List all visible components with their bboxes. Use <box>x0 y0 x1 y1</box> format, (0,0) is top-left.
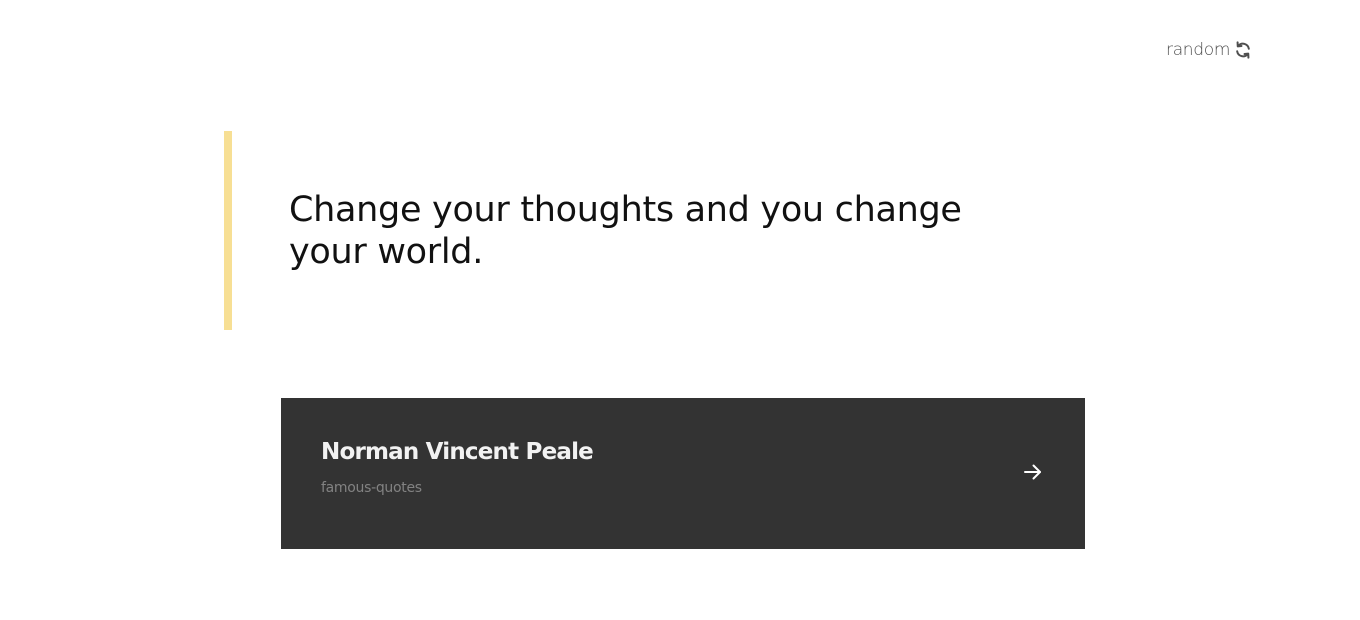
random-button-label: random <box>1166 40 1231 60</box>
author-card[interactable]: Norman Vincent Peale famous-quotes <box>281 398 1085 549</box>
quote-text: Change your thoughts and you change your… <box>289 190 962 272</box>
quote-tag: famous-quotes <box>321 480 422 496</box>
random-button[interactable]: random <box>1166 36 1254 64</box>
author-name: Norman Vincent Peale <box>321 439 594 465</box>
refresh-icon[interactable] <box>1232 39 1254 61</box>
quote-accent-bar <box>224 131 232 330</box>
arrow-right-icon[interactable] <box>1021 460 1045 484</box>
quote-block: Change your thoughts and you change your… <box>224 131 1084 330</box>
